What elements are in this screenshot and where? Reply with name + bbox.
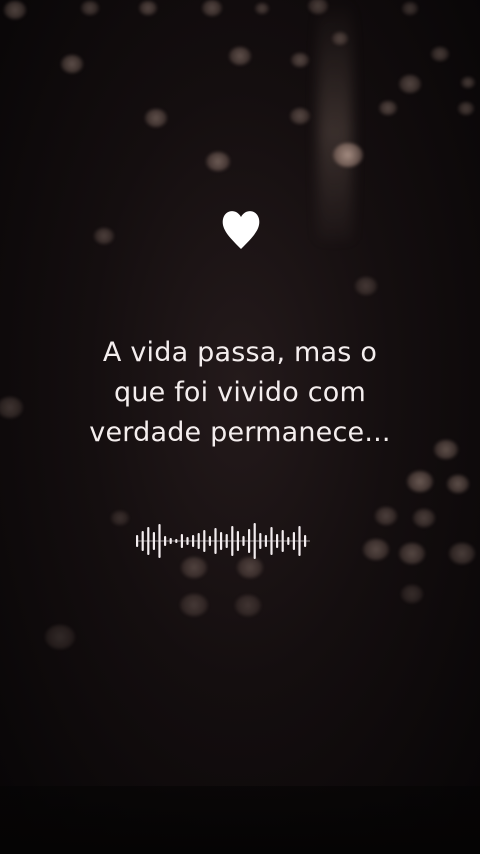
bokeh-light bbox=[399, 75, 421, 93]
bokeh-light bbox=[202, 0, 222, 16]
quote-line-1: A vida passa, mas o bbox=[102, 337, 378, 368]
quote-line-2: que foi vivido com bbox=[113, 377, 367, 408]
quote-line-3: verdade permanece... bbox=[89, 417, 391, 448]
bokeh-light bbox=[94, 228, 114, 244]
bokeh-light bbox=[461, 77, 475, 89]
bokeh-light bbox=[229, 47, 251, 65]
quote-text: A vida passa, mas o que foi vivido com v… bbox=[40, 333, 440, 453]
bokeh-light bbox=[332, 32, 348, 45]
bokeh-light bbox=[413, 509, 435, 527]
bokeh-light bbox=[291, 53, 309, 68]
heart-icon bbox=[222, 211, 260, 249]
bokeh-light bbox=[333, 143, 363, 167]
bokeh-light bbox=[447, 475, 469, 493]
bokeh-light bbox=[402, 2, 418, 15]
bokeh-light bbox=[235, 595, 261, 616]
bokeh-light bbox=[449, 543, 475, 564]
bokeh-light bbox=[379, 101, 397, 116]
bokeh-light bbox=[4, 1, 26, 19]
bokeh-light bbox=[363, 539, 389, 560]
bokeh-light bbox=[431, 47, 449, 62]
bokeh-light bbox=[407, 471, 433, 492]
bokeh-light bbox=[355, 277, 377, 295]
bokeh-light bbox=[145, 109, 167, 127]
background-scene: A vida passa, mas o que foi vivido com v… bbox=[0, 0, 480, 854]
bokeh-light bbox=[458, 102, 474, 115]
bokeh-light bbox=[61, 55, 83, 73]
bokeh-light bbox=[111, 511, 129, 526]
bokeh-light bbox=[375, 507, 397, 525]
audio-waveform-icon bbox=[136, 523, 310, 559]
bokeh-light bbox=[180, 594, 208, 617]
bokeh-light bbox=[401, 585, 423, 603]
bokeh-light bbox=[255, 3, 269, 15]
bokeh-light bbox=[0, 397, 23, 418]
bokeh-light bbox=[139, 1, 157, 16]
bokeh-light bbox=[81, 1, 99, 16]
bokeh-light bbox=[290, 108, 310, 124]
bottom-bar bbox=[0, 786, 480, 854]
bokeh-light bbox=[45, 625, 75, 649]
bokeh-light bbox=[399, 543, 425, 564]
bokeh-light bbox=[206, 152, 230, 172]
